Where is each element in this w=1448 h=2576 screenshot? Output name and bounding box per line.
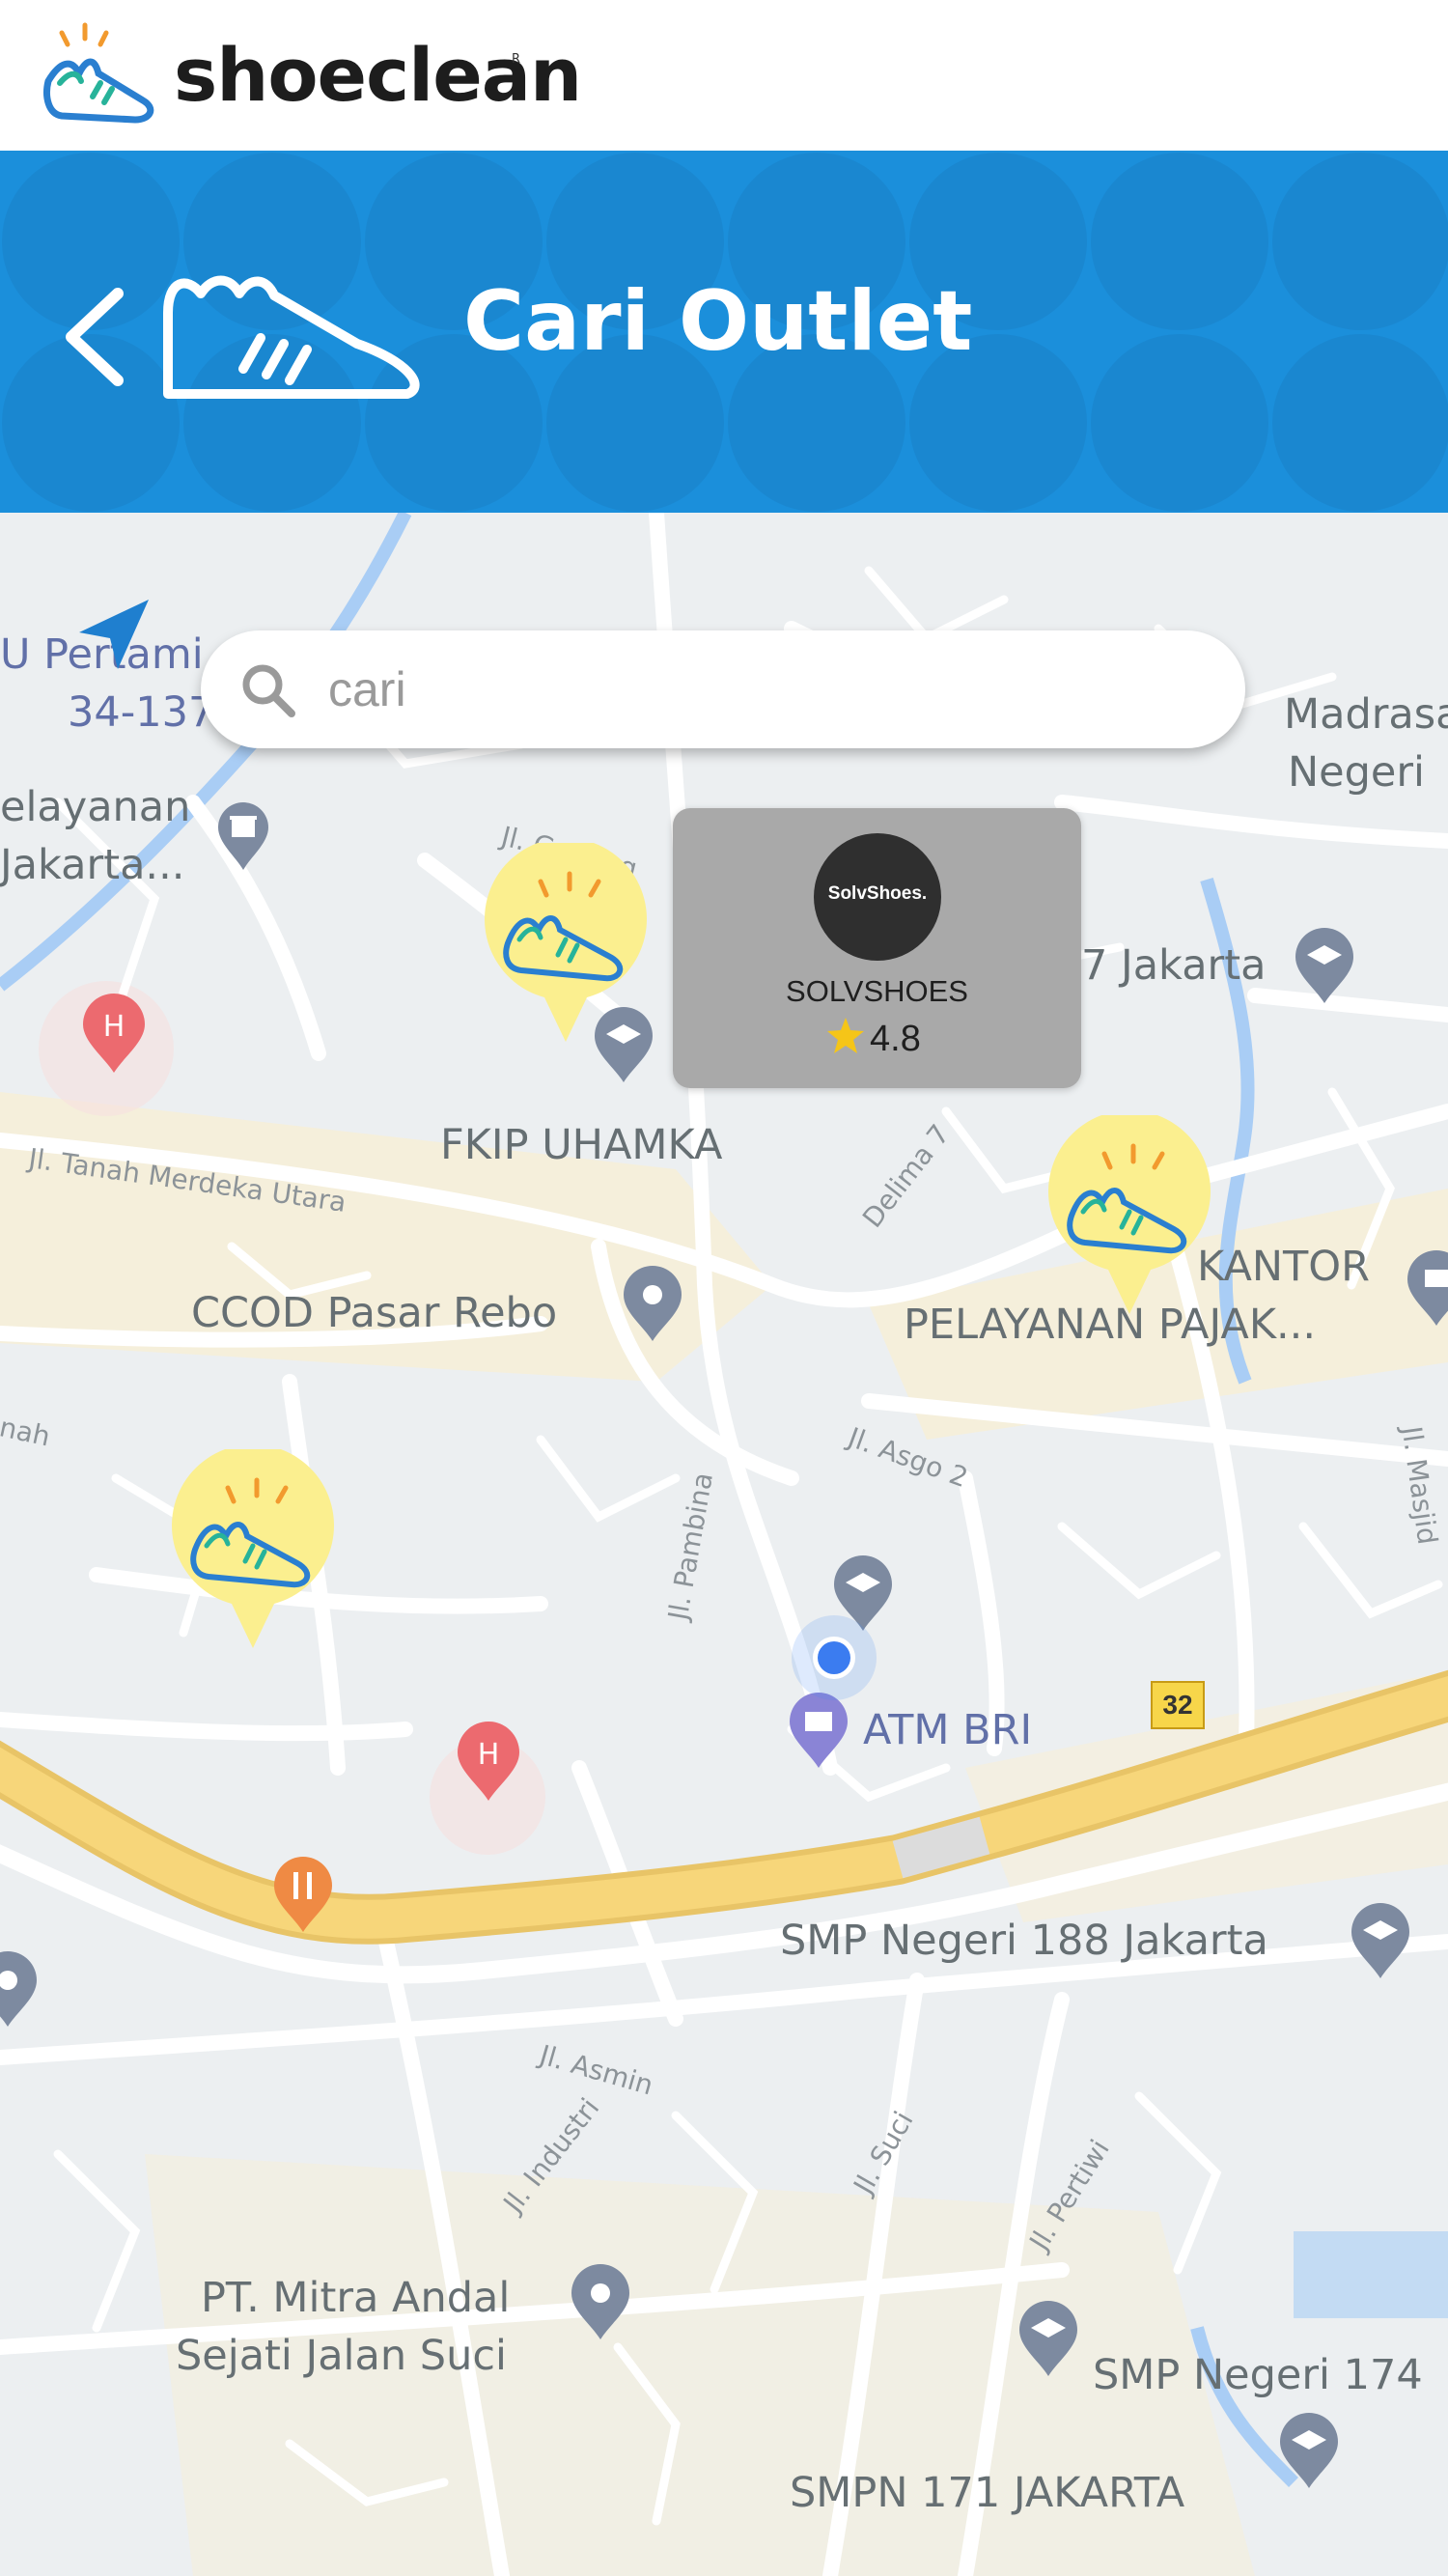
- school-pin-icon: [1280, 2413, 1338, 2488]
- map-label: KANTOR: [1197, 1243, 1371, 1291]
- school-pin-icon: [1019, 2301, 1077, 2376]
- outlet-logo: SolvShoes.: [814, 833, 941, 961]
- map-label: Negeri: [1288, 748, 1425, 797]
- page-title: Cari Outlet: [463, 273, 973, 370]
- outlet-info-card[interactable]: SolvShoes. SOLVSHOES 4.8: [673, 808, 1081, 1088]
- rating-value: 4.8: [870, 1019, 921, 1059]
- map-label: Sejati Jalan Suci: [176, 2332, 507, 2380]
- museum-pin-icon: [1407, 1250, 1448, 1326]
- museum-pin-icon: [218, 802, 268, 870]
- outlet-marker-1[interactable]: [483, 843, 649, 1046]
- shoeclean-logo-icon: [43, 22, 154, 124]
- back-button[interactable]: [58, 274, 135, 400]
- page-header: Cari Outlet: [0, 151, 1448, 513]
- svg-text:H: H: [478, 1738, 500, 1772]
- place-pin-icon: [624, 1266, 682, 1341]
- school-pin-icon: [1295, 928, 1353, 1003]
- user-location-icon: [792, 1615, 877, 1700]
- app-topbar: shoeclean R: [0, 0, 1448, 151]
- map-label: SMPN 171 JAKARTA: [790, 2469, 1185, 2517]
- school-pin-icon: [1351, 1903, 1409, 1978]
- map-label: SMP Negeri 174: [1093, 2351, 1423, 2399]
- outlet-marker-2[interactable]: [1046, 1115, 1212, 1318]
- search-bar: [201, 630, 1245, 748]
- shoe-icon: [163, 275, 420, 399]
- map-label: FKIP UHAMKA: [440, 1121, 723, 1169]
- outlet-rating: 4.8: [825, 1015, 921, 1063]
- map-view[interactable]: U Pertami 34-137 elayanan Jakarta... Mad…: [0, 513, 1448, 2576]
- navigation-arrow-icon[interactable]: [73, 594, 154, 675]
- star-icon: [827, 1018, 864, 1053]
- map-label: 34-137: [68, 688, 215, 737]
- map-label: 7 Jakarta: [1081, 941, 1267, 990]
- outlet-name: SOLVSHOES: [786, 974, 968, 1008]
- map-label: Jakarta...: [0, 841, 185, 889]
- svg-text:H: H: [103, 1010, 125, 1044]
- place-pin-icon: [571, 2264, 629, 2339]
- restaurant-pin-icon: [274, 1857, 332, 1932]
- map-label: ATM BRI: [863, 1706, 1033, 1754]
- map-label: PT. Mitra Andal: [201, 2274, 511, 2322]
- map-label: elayanan: [0, 783, 191, 831]
- hospital-pin-icon: H: [458, 1722, 519, 1801]
- route-number-badge: 32: [1151, 1681, 1205, 1729]
- brand-name: shoeclean: [174, 32, 582, 118]
- place-pin-icon: [0, 1951, 37, 2027]
- outlet-marker-3[interactable]: [170, 1449, 336, 1652]
- outlet-logo-text: SolvShoes.: [827, 883, 928, 904]
- map-label: CCOD Pasar Rebo: [191, 1289, 558, 1337]
- map-label: Madrasa: [1284, 690, 1448, 739]
- map-label: SMP Negeri 188 Jakarta: [780, 1917, 1268, 1965]
- search-input[interactable]: [328, 650, 1197, 729]
- search-icon: [242, 664, 295, 717]
- hospital-pin-icon: H: [83, 994, 145, 1073]
- registered-mark: R: [512, 52, 521, 67]
